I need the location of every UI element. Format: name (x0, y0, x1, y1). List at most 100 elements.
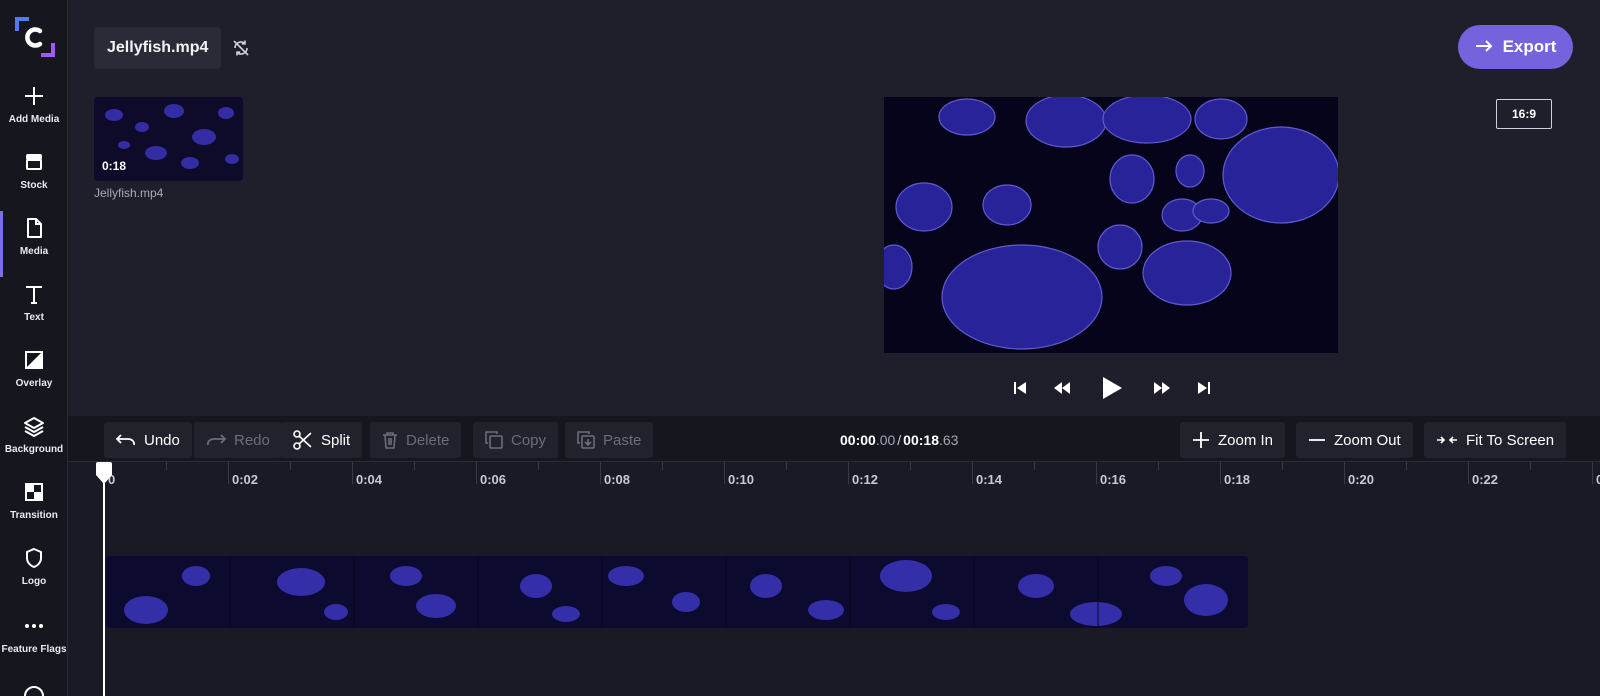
ruler-tick-minor (1530, 462, 1531, 470)
ruler-label: 0:08 (604, 472, 631, 487)
ruler-label: 0:16 (1100, 472, 1127, 487)
more-dots-icon (22, 614, 46, 638)
ruler-tick-minor (662, 462, 663, 470)
trash-icon (383, 432, 397, 449)
total-time: 00:18 (903, 432, 939, 448)
timeline[interactable]: 0 0:02 0:04 0:06 0:08 0:10 0:12 0:14 0:16 0:18 0:2… (68, 462, 1600, 696)
aspect-ratio-button[interactable]: 16:9 (1496, 99, 1552, 129)
ruler-tick-minor (910, 462, 911, 470)
text-icon (22, 282, 46, 306)
ruler-tick-minor (166, 462, 167, 470)
sidebar-item-text[interactable]: Text (0, 282, 68, 342)
ruler-label: 0:10 (728, 472, 755, 487)
fit-to-screen-button[interactable]: Fit To Screen (1424, 422, 1567, 458)
zoom-in-button[interactable]: Zoom In (1180, 422, 1286, 458)
plus-icon (22, 84, 46, 108)
ruler-label: 0:18 (1224, 472, 1251, 487)
media-item-name: Jellyfish.mp4 (94, 186, 164, 200)
file-icon (22, 216, 46, 240)
ruler-label: 0: (1596, 472, 1600, 487)
skip-start-icon[interactable] (1010, 372, 1030, 404)
export-button[interactable]: Export (1458, 25, 1573, 69)
stock-icon (22, 150, 46, 174)
zoom-in-label: Zoom In (1218, 431, 1274, 449)
undo-icon (116, 434, 135, 446)
sync-off-icon[interactable] (232, 39, 250, 57)
rewind-icon[interactable] (1050, 372, 1074, 404)
timecode-display: 00:00.00/00:18.63 (840, 432, 958, 448)
ruler-label: 0:22 (1472, 472, 1499, 487)
ruler-tick-minor (414, 462, 415, 470)
copy-icon (485, 431, 503, 449)
video-clip[interactable] (106, 556, 1248, 628)
sidebar-item-label: Background (4, 444, 64, 455)
zoom-out-button[interactable]: Zoom Out (1296, 422, 1413, 458)
play-icon[interactable] (1098, 372, 1126, 404)
sidebar-item-transition[interactable]: Transition (0, 480, 68, 540)
sidebar-item-add-media[interactable]: Add Media (0, 84, 68, 144)
sidebar-item-feature-flags[interactable]: Feature Flags (0, 614, 68, 674)
app-logo[interactable] (15, 17, 55, 57)
fit-arrows-icon (1437, 436, 1457, 444)
layers-icon (22, 414, 46, 438)
project-title[interactable]: Jellyfish.mp4 (94, 27, 222, 69)
sidebar-item-logo[interactable]: Logo (0, 546, 68, 606)
paste-label: Paste (603, 431, 642, 449)
timeline-ruler[interactable]: 0 0:02 0:04 0:06 0:08 0:10 0:12 0:14 0:16 0:18 0:2… (68, 462, 1600, 492)
ruler-tick-minor (538, 462, 539, 470)
paste-button[interactable]: Paste (565, 422, 654, 458)
sidebar-item-overlay[interactable]: Overlay (0, 348, 68, 408)
ruler-tick-major (228, 462, 229, 484)
copy-button[interactable]: Copy (473, 422, 559, 458)
current-time-fraction: .00 (875, 432, 896, 448)
ruler-tick-major (724, 462, 725, 484)
export-label: Export (1502, 37, 1557, 56)
ruler-tick-minor (1034, 462, 1035, 470)
video-preview[interactable] (884, 97, 1338, 353)
overlay-icon (22, 348, 46, 372)
clip-filmstrip-image (106, 556, 1248, 628)
help-icon[interactable] (24, 686, 44, 696)
sidebar-item-stock[interactable]: Stock (0, 150, 68, 210)
preview-frame-image (884, 97, 1338, 353)
ruler-tick-major (1592, 462, 1593, 484)
sidebar-item-label: Transition (10, 510, 58, 521)
ruler-tick-major (1468, 462, 1469, 484)
ruler-tick-minor (290, 462, 291, 470)
undo-button[interactable]: Undo (104, 422, 192, 458)
ruler-label: 0:02 (232, 472, 259, 487)
media-item-thumbnail[interactable]: 0:18 (94, 97, 243, 181)
arrow-right-icon (1475, 37, 1493, 57)
ruler-label: 0:12 (852, 472, 879, 487)
copy-label: Copy (511, 431, 547, 449)
playhead-handle[interactable] (96, 462, 112, 484)
sidebar-item-media[interactable]: Media (0, 211, 68, 277)
delete-button[interactable]: Delete (370, 422, 462, 458)
undo-label: Undo (144, 431, 180, 449)
media-duration: 0:18 (102, 159, 127, 173)
video-editor-app: Add Media Stock Media Text Overlay Backg… (0, 0, 1600, 696)
ruler-label: 0:20 (1348, 472, 1375, 487)
transition-icon (22, 480, 46, 504)
ruler-tick-major (1344, 462, 1345, 484)
ruler-tick-major (600, 462, 601, 484)
redo-button[interactable]: Redo (194, 422, 282, 458)
scissors-icon (293, 430, 312, 450)
ruler-tick-major (972, 462, 973, 484)
split-button[interactable]: Split (281, 422, 363, 458)
sidebar-item-label: Logo (21, 576, 47, 587)
ruler-tick-major (476, 462, 477, 484)
delete-label: Delete (406, 431, 450, 449)
redo-label: Redo (234, 431, 270, 449)
sidebar-item-background[interactable]: Background (0, 414, 68, 474)
fast-forward-icon[interactable] (1150, 372, 1174, 404)
minus-icon (1309, 439, 1325, 441)
ruler-tick-minor (1282, 462, 1283, 470)
ruler-tick-minor (1158, 462, 1159, 470)
paste-icon (577, 431, 595, 449)
plus-icon (1193, 432, 1209, 448)
skip-end-icon[interactable] (1194, 372, 1214, 404)
sidebar-item-label: Feature Flags (1, 644, 67, 655)
ruler-label: 0:14 (976, 472, 1003, 487)
ruler-tick-major (1220, 462, 1221, 484)
